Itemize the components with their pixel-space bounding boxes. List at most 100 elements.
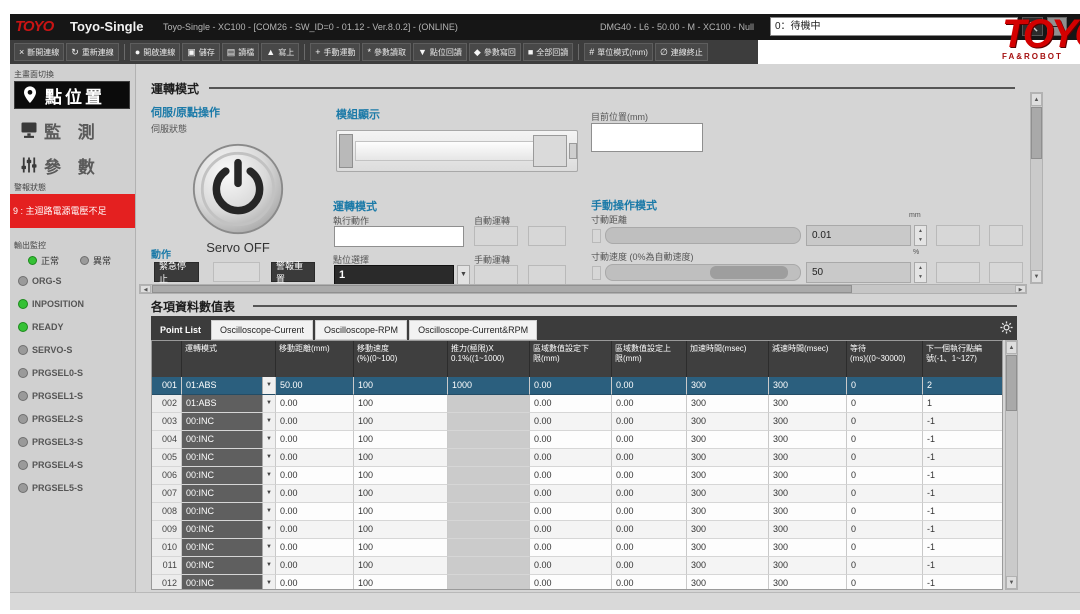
cell-dist[interactable]: 0.00 [276,503,354,521]
jog-speed-plus2-button[interactable] [989,262,1023,283]
cell-speed[interactable]: 100 [354,431,448,449]
cell-dec[interactable]: 300 [769,377,847,395]
cell-wait[interactable]: 0 [847,521,923,539]
read-all-button[interactable]: ■全部回讀 [523,43,573,61]
cell-wait[interactable]: 0 [847,449,923,467]
mode-panel-vertical-scrollbar[interactable]: ▲ ▼ [1030,92,1043,284]
cell-dist[interactable]: 0.00 [276,395,354,413]
manual-motion-button[interactable]: +手動運動 [310,43,360,61]
cell-thrust[interactable] [448,557,530,575]
cell-speed[interactable]: 100 [354,449,448,467]
cell-dist[interactable]: 0.00 [276,467,354,485]
cell-speed[interactable]: 100 [354,539,448,557]
cell-wait[interactable]: 0 [847,467,923,485]
cell-acc[interactable]: 300 [687,413,769,431]
manual-run-rev-button[interactable] [528,265,566,285]
cell-thrust[interactable] [448,467,530,485]
search-icon[interactable] [1022,17,1043,36]
jog-distance-slider[interactable] [605,227,801,244]
status-combobox[interactable]: 0：待機中 [770,17,1018,36]
cell-acc[interactable]: 300 [687,539,769,557]
cell-zone_high[interactable]: 0.00 [612,485,687,503]
reconnect-button[interactable]: ↻重新連線 [66,43,119,61]
mode-dropdown-icon[interactable]: ▼ [262,413,275,430]
cell-zone_low[interactable]: 0.00 [530,449,612,467]
read-file-button[interactable]: ▤讀檔 [222,43,260,61]
cell-wait[interactable]: 0 [847,395,923,413]
cell-wait[interactable]: 0 [847,413,923,431]
cell-next[interactable]: -1 [923,575,1003,590]
cell-thrust[interactable] [448,485,530,503]
mode-cell[interactable]: 00:INC▼ [182,449,276,467]
auto-run-start-button[interactable] [474,226,518,246]
table-scroll-down-icon[interactable]: ▼ [1006,576,1017,589]
cell-thrust[interactable] [448,413,530,431]
cell-zone_high[interactable]: 0.00 [612,395,687,413]
terminate-connection-button[interactable]: ∅連線終止 [655,43,708,61]
cell-zone_high[interactable]: 0.00 [612,431,687,449]
origin-return-button[interactable] [213,262,260,282]
point-select-dropdown[interactable]: 1 [334,265,454,285]
cell-zone_low[interactable]: 0.00 [530,521,612,539]
jog-speed-stepper[interactable]: ▲▼ [914,262,927,283]
cell-zone_low[interactable]: 0.00 [530,575,612,590]
cell-dist[interactable]: 0.00 [276,557,354,575]
cell-speed[interactable]: 100 [354,503,448,521]
tab-oscilloscope-current-rpm[interactable]: Oscilloscope-Current&RPM [409,320,537,340]
cell-dec[interactable]: 300 [769,521,847,539]
cell-zone_low[interactable]: 0.00 [530,467,612,485]
sidebar-item-point-position[interactable]: 點位置 [14,81,130,109]
cell-zone_high[interactable]: 0.00 [612,413,687,431]
table-row[interactable]: 01200:INC▼0.001000.000.003003000-1 [152,575,1002,590]
cell-acc[interactable]: 300 [687,449,769,467]
mode-dropdown-icon[interactable]: ▼ [262,485,275,502]
cell-dec[interactable]: 300 [769,413,847,431]
cell-next[interactable]: -1 [923,557,1003,575]
mode-cell[interactable]: 00:INC▼ [182,521,276,539]
mode-dropdown-icon[interactable]: ▼ [262,503,275,520]
cell-wait[interactable]: 0 [847,557,923,575]
table-row[interactable]: 00500:INC▼0.001000.000.003003000-1 [152,449,1002,467]
cell-zone_high[interactable]: 0.00 [612,449,687,467]
scroll-right-icon[interactable]: ▶ [1015,285,1026,293]
jog-distance-field[interactable]: 0.01 [806,225,911,246]
cell-acc[interactable]: 300 [687,503,769,521]
cell-next[interactable]: -1 [923,521,1003,539]
cell-zone_high[interactable]: 0.00 [612,503,687,521]
mode-dropdown-icon[interactable]: ▼ [262,557,275,574]
point-readback-button[interactable]: ▼點位回讀 [413,43,467,61]
mode-cell[interactable]: 00:INC▼ [182,539,276,557]
cell-dec[interactable]: 300 [769,431,847,449]
hscrollbar-thumb[interactable] [152,285,852,293]
cell-wait[interactable]: 0 [847,575,923,590]
cell-acc[interactable]: 300 [687,485,769,503]
cell-next[interactable]: 2 [923,377,1003,395]
cell-zone_high[interactable]: 0.00 [612,557,687,575]
cell-dist[interactable]: 0.00 [276,449,354,467]
cell-acc[interactable]: 300 [687,575,769,590]
mode-cell[interactable]: 01:ABS▼ [182,377,276,395]
cell-zone_low[interactable]: 0.00 [530,503,612,521]
cell-next[interactable]: -1 [923,449,1003,467]
mode-cell[interactable]: 00:INC▼ [182,467,276,485]
alarm-reset-button[interactable]: 警報重置 [271,262,315,282]
cell-dist[interactable]: 0.00 [276,575,354,590]
tab-oscilloscope-current[interactable]: Oscilloscope-Current [211,320,313,340]
cell-zone_low[interactable]: 0.00 [530,395,612,413]
open-connection-button[interactable]: ●開啟連線 [130,43,180,61]
cell-wait[interactable]: 0 [847,539,923,557]
table-row[interactable]: 00900:INC▼0.001000.000.003003000-1 [152,521,1002,539]
table-row[interactable]: 00400:INC▼0.001000.000.003003000-1 [152,431,1002,449]
cell-zone_high[interactable]: 0.00 [612,575,687,590]
cell-speed[interactable]: 100 [354,575,448,590]
cell-speed[interactable]: 100 [354,521,448,539]
cell-dist[interactable]: 0.00 [276,539,354,557]
jog-distance-stepper[interactable]: ▲▼ [914,225,927,246]
cell-acc[interactable]: 300 [687,521,769,539]
mode-dropdown-icon[interactable]: ▼ [262,431,275,448]
cell-wait[interactable]: 0 [847,431,923,449]
cell-zone_low[interactable]: 0.00 [530,485,612,503]
mode-dropdown-icon[interactable]: ▼ [262,521,275,538]
chevron-down-icon[interactable]: ▼ [457,265,470,285]
cell-dist[interactable]: 0.00 [276,413,354,431]
